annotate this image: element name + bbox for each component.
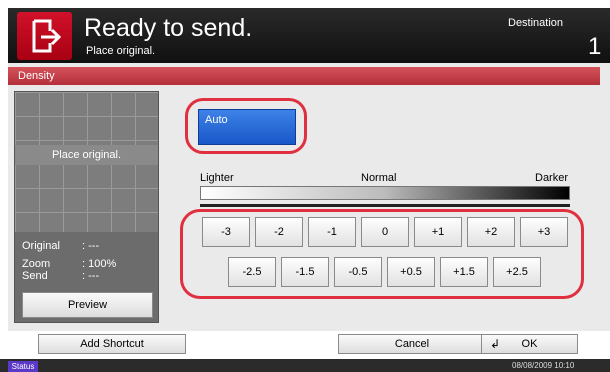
destination-count: 1 [588,33,602,60]
info-value-zoom: : 100% [82,258,117,270]
info-label-send: Send [22,270,48,282]
preview-button[interactable]: Preview [22,292,153,318]
scale-normal-label: Normal [361,172,397,184]
density-button-minus-0-5[interactable]: -0.5 [334,257,382,287]
density-button-plus-0-5[interactable]: +0.5 [387,257,435,287]
density-button-plus-1-5[interactable]: +1.5 [440,257,488,287]
density-button-minus-1[interactable]: -1 [308,217,356,247]
info-value-original: : --- [82,240,100,252]
header-bar: Ready to send. Place original. Destinati… [8,8,610,63]
auto-button[interactable]: Auto [198,109,296,145]
ok-label: OK [521,338,538,350]
panel-title: Density [8,67,600,85]
density-button-minus-3[interactable]: -3 [202,217,250,247]
status-button[interactable]: Status [8,361,38,372]
info-label-original: Original [22,240,60,252]
density-button-minus-2[interactable]: -2 [255,217,303,247]
density-gradient-bar [200,186,570,200]
datetime-display: 08/08/2009 10:10 [512,361,575,370]
density-button-plus-3[interactable]: +3 [520,217,568,247]
density-button-plus-1[interactable]: +1 [414,217,462,247]
destination-label: Destination [508,17,564,29]
density-button-plus-2[interactable]: +2 [467,217,515,247]
send-icon [17,12,72,60]
density-button-minus-1-5[interactable]: -1.5 [281,257,329,287]
scale-darker-label: Darker [535,172,569,184]
preview-placeholder: Place original. [15,145,158,165]
density-scale-line [200,204,570,207]
add-shortcut-button[interactable]: Add Shortcut [38,334,186,354]
density-button-0[interactable]: 0 [361,217,409,247]
cancel-button[interactable]: Cancel [338,334,486,354]
info-value-send: : --- [82,270,100,282]
page-subtitle: Place original. [86,45,156,57]
page-title: Ready to send. [84,14,253,42]
info-label-zoom: Zoom [22,258,51,270]
scale-lighter-label: Lighter [200,172,234,184]
ok-button[interactable]: ↲ OK [481,334,578,354]
screen: Ready to send. Place original. Destinati… [0,0,610,372]
density-button-minus-2-5[interactable]: -2.5 [228,257,276,287]
enter-icon: ↲ [490,337,501,351]
density-button-plus-2-5[interactable]: +2.5 [493,257,541,287]
